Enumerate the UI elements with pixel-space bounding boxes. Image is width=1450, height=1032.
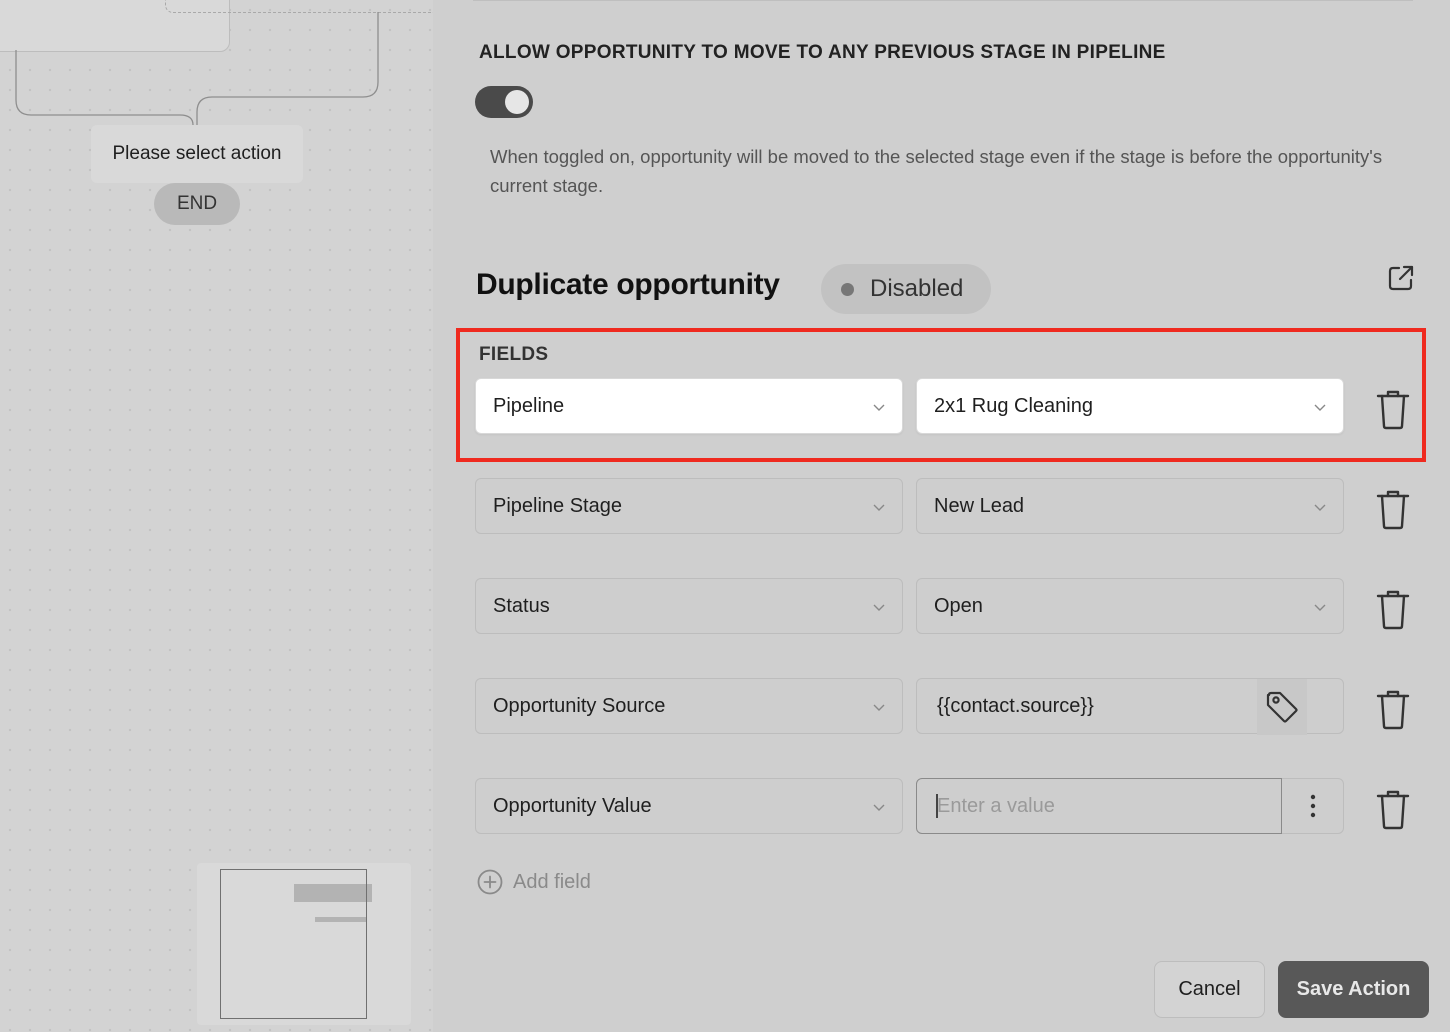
chevron-down-icon (873, 804, 885, 811)
value-select-status[interactable]: Open (916, 578, 1344, 634)
divider (473, 0, 1413, 1)
tag-icon[interactable] (1257, 679, 1307, 735)
chevron-down-icon (1314, 604, 1326, 611)
chevron-down-icon (873, 404, 885, 411)
fields-label: FIELDS (479, 344, 549, 365)
value-select-pipeline-stage[interactable]: New Lead (916, 478, 1344, 534)
save-action-button[interactable]: Save Action (1278, 961, 1429, 1018)
allow-previous-stage-label: ALLOW OPPORTUNITY TO MOVE TO ANY PREVIOU… (479, 42, 1166, 63)
field-row-opportunity-value: Opportunity Value (475, 778, 1435, 836)
chevron-down-icon (873, 704, 885, 711)
trash-icon[interactable] (1375, 688, 1411, 730)
trash-icon[interactable] (1375, 588, 1411, 630)
field-select-label: Pipeline Stage (493, 494, 622, 517)
external-link-icon[interactable] (1385, 262, 1417, 294)
minimap-viewport[interactable] (220, 869, 367, 1019)
value-input-opportunity-source[interactable]: {{contact.source}} (916, 678, 1344, 735)
field-select-status[interactable]: Status (475, 578, 903, 634)
chevron-down-icon (873, 604, 885, 611)
add-field-button[interactable]: Add field (477, 869, 591, 895)
end-node-label: END (176, 193, 218, 214)
trash-icon[interactable] (1375, 788, 1411, 830)
more-options-icon[interactable] (1282, 778, 1344, 834)
field-row-opportunity-source: Opportunity Source {{contact.source}} (475, 678, 1435, 736)
toggle-knob (505, 90, 529, 114)
canvas-minimap[interactable] (197, 863, 411, 1025)
field-select-label: Opportunity Value (493, 794, 652, 817)
value-select-pipeline[interactable]: 2x1 Rug Cleaning (916, 378, 1344, 434)
status-dot (841, 282, 854, 296)
field-select-label: Status (493, 594, 550, 617)
workflow-canvas[interactable]: Please select action END (0, 0, 433, 1032)
plus-circle-icon (477, 869, 503, 895)
action-settings-panel: ALLOW OPPORTUNITY TO MOVE TO ANY PREVIOU… (433, 0, 1450, 1032)
field-select-label: Pipeline (493, 394, 565, 417)
text-caret (936, 794, 938, 818)
value-text: {{contact.source}} (937, 694, 1094, 717)
value-select-label: 2x1 Rug Cleaning (934, 394, 1093, 417)
opportunity-value-input[interactable] (916, 778, 1282, 834)
status-badge: Disabled (821, 264, 991, 314)
add-field-label: Add field (513, 870, 591, 893)
field-select-pipeline-stage[interactable]: Pipeline Stage (475, 478, 903, 534)
cancel-button[interactable]: Cancel (1154, 961, 1265, 1018)
trash-icon[interactable] (1375, 488, 1411, 530)
value-select-label: New Lead (934, 494, 1025, 517)
allow-previous-stage-help: When toggled on, opportunity will be mov… (490, 146, 1383, 196)
end-node: END (154, 183, 240, 225)
field-row-pipeline: Pipeline 2x1 Rug Cleaning (475, 378, 1435, 436)
field-row-pipeline-stage: Pipeline Stage New Lead (475, 478, 1435, 536)
field-select-opportunity-value[interactable]: Opportunity Value (475, 778, 903, 834)
section-title: Duplicate opportunity (476, 268, 780, 301)
select-action-node[interactable]: Please select action (91, 125, 303, 183)
allow-previous-stage-toggle[interactable] (475, 86, 533, 118)
field-select-opportunity-source[interactable]: Opportunity Source (475, 678, 903, 734)
status-badge-label: Disabled (870, 275, 964, 302)
field-select-label: Opportunity Source (493, 694, 666, 717)
field-select-pipeline[interactable]: Pipeline (475, 378, 903, 434)
trash-icon[interactable] (1375, 388, 1411, 430)
field-row-status: Status Open (475, 578, 1435, 636)
action-node-label: Please select action (112, 143, 282, 164)
chevron-down-icon (1314, 404, 1326, 411)
chevron-down-icon (873, 504, 885, 511)
value-select-label: Open (934, 594, 983, 617)
chevron-down-icon (1314, 504, 1326, 511)
